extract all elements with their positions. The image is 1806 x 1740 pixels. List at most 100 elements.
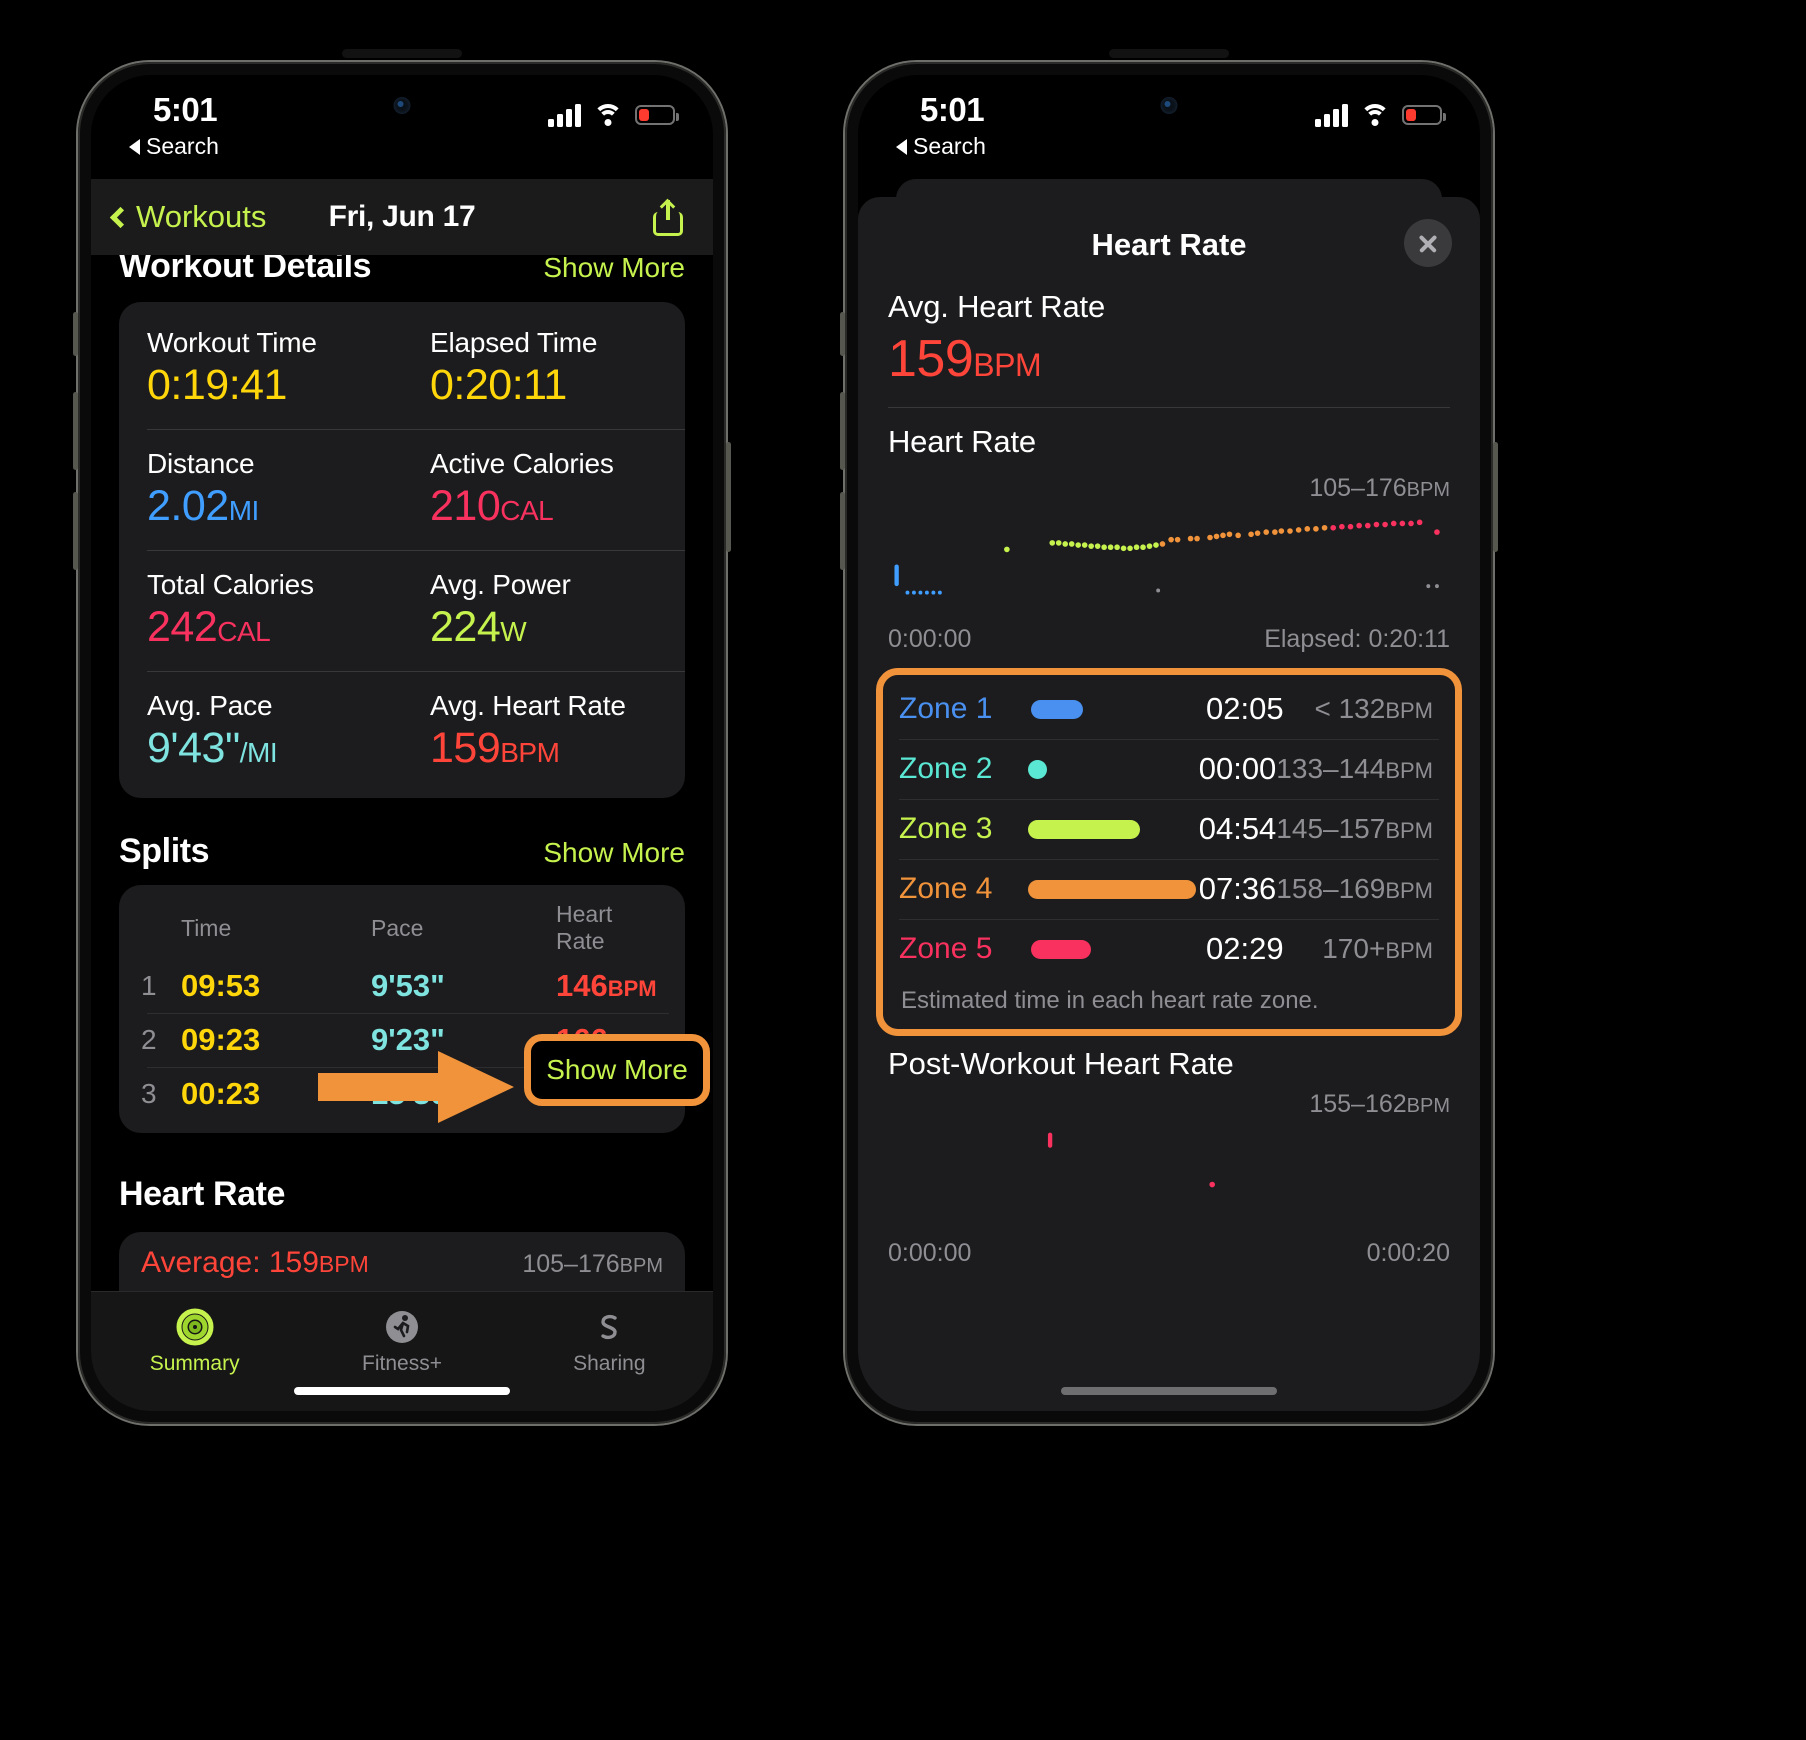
tab-label: Fitness+ — [362, 1352, 442, 1375]
zone-name: Zone 4 — [899, 872, 993, 905]
heart-rate-axis-labels: 0:00:00 Elapsed: 0:20:11 — [888, 625, 1450, 654]
volume-up-button[interactable] — [73, 392, 78, 470]
metric-label: Workout Time — [147, 327, 317, 358]
metric-label: Elapsed Time — [430, 327, 598, 358]
zone-name: Zone 5 — [899, 932, 993, 965]
zone-bar-cell — [1031, 699, 1206, 719]
splits-show-more[interactable]: Show More — [543, 837, 685, 869]
metric-avg-pace: Avg. Pace 9'43"/MI — [119, 671, 402, 792]
zone-time: 02:05 — [1206, 691, 1284, 726]
heart-rate-show-more-button[interactable]: Show More — [524, 1034, 710, 1106]
close-icon — [1417, 232, 1439, 254]
metric-avg-heart-rate: Avg. Heart Rate 159BPM — [402, 671, 685, 792]
post-workout-range: 155–162BPM — [1309, 1090, 1450, 1118]
splits-col-pace: Pace — [371, 914, 424, 941]
split-index: 2 — [141, 1024, 157, 1055]
metrics-row: Avg. Pace 9'43"/MI Avg. Heart Rate 159BP… — [119, 671, 685, 792]
status-indicators — [1315, 103, 1446, 127]
wifi-icon — [1360, 103, 1390, 127]
tab-fitness-plus[interactable]: Fitness+ — [298, 1304, 505, 1376]
wifi-icon — [593, 103, 623, 127]
zone-range: < 132BPM — [1314, 693, 1433, 724]
sheet-header: Heart Rate — [858, 197, 1480, 289]
zone-range: 170+BPM — [1322, 933, 1433, 964]
metrics-row: Distance 2.02MI Active Calories 210CAL — [119, 429, 685, 550]
heart-rate-range: 105–176BPM — [1309, 474, 1450, 502]
metric-value: 242CAL — [147, 603, 271, 651]
zone-bar-cell — [1027, 759, 1199, 779]
zone-name: Zone 1 — [899, 692, 993, 725]
axis-start: 0:00:00 — [888, 625, 972, 653]
post-workout-axis-labels: 0:00:00 0:00:20 — [888, 1239, 1450, 1268]
status-back-label: Search — [146, 133, 219, 159]
heart-rate-scatter-plot — [894, 519, 1440, 595]
home-indicator — [1061, 1387, 1277, 1395]
post-workout-scatter-plot — [1047, 1132, 1216, 1188]
metric-value: 224W — [430, 603, 527, 651]
annotation-arrow — [318, 1051, 514, 1123]
tab-sharing[interactable]: Sharing — [506, 1304, 713, 1376]
earpiece-speaker — [342, 49, 462, 58]
avg-heart-rate-block: Avg. Heart Rate 159BPM — [858, 289, 1480, 389]
status-time: 5:01 — [153, 91, 218, 128]
metric-label: Distance — [147, 448, 255, 479]
metric-active-calories: Active Calories 210CAL — [402, 429, 685, 550]
left-phone-screen: 5:01 Search Workouts Fri, Jun 17 Workout… — [91, 75, 713, 1411]
heart-rate-chart-label: Heart Rate — [888, 424, 1036, 459]
power-button[interactable] — [726, 442, 731, 552]
axis-end: 0:00:20 — [1366, 1239, 1450, 1267]
sheet-content[interactable]: Heart Rate Avg. Heart Rate 159BPM Heart … — [858, 197, 1480, 1411]
zone-name: Zone 2 — [899, 752, 993, 785]
back-label: Workouts — [136, 199, 267, 234]
metric-value: 159BPM — [430, 724, 560, 772]
heart-rate-range: 105–176BPM — [522, 1250, 663, 1278]
back-to-workouts-button[interactable]: Workouts — [109, 199, 267, 235]
earpiece-speaker — [1109, 49, 1229, 58]
metric-label: Active Calories — [430, 448, 614, 479]
splits-col-time: Time — [181, 914, 232, 941]
tab-summary[interactable]: Summary — [91, 1304, 298, 1376]
zone-row: Zone 2 00:00 133–144BPM — [883, 739, 1455, 799]
power-button[interactable] — [1493, 442, 1498, 552]
page-title: Fri, Jun 17 — [328, 200, 476, 233]
mute-switch[interactable] — [73, 312, 78, 356]
right-phone-screen: 5:01 Search Heart Rate Avg. Heart Rate 1… — [858, 75, 1480, 1411]
status-bar-right: 5:01 Search — [858, 75, 1480, 179]
back-triangle-icon — [896, 138, 907, 155]
share-button[interactable] — [653, 198, 683, 236]
metric-label: Avg. Heart Rate — [430, 690, 626, 721]
right-phone-frame: 5:01 Search Heart Rate Avg. Heart Rate 1… — [840, 49, 1498, 1424]
metric-elapsed-time: Elapsed Time 0:20:11 — [402, 308, 685, 429]
heart-rate-chart-block: Heart Rate — [858, 424, 1480, 460]
heart-rate-show-more-label: Show More — [546, 1054, 688, 1085]
avg-heart-rate-value: 159BPM — [888, 330, 1042, 388]
left-scroll-content[interactable]: Workout Details Show More Workout Time 0… — [91, 255, 713, 1331]
activity-rings-icon — [91, 1304, 298, 1350]
share-icon — [653, 198, 683, 236]
status-back-to-search[interactable]: Search — [896, 133, 986, 160]
metric-value: 2.02MI — [147, 482, 259, 530]
heart-rate-chart-right: 105–176BPM 0:00:00 Elapsed: 0:20:11 — [858, 468, 1480, 658]
heart-rate-chart-labels: Average: 159BPM 105–176BPM — [141, 1246, 663, 1280]
metric-value: 9'43"/MI — [147, 724, 278, 772]
workout-details-show-more[interactable]: Show More — [543, 255, 685, 284]
status-back-to-search[interactable]: Search — [129, 133, 219, 160]
volume-down-button[interactable] — [73, 492, 78, 570]
metric-value: 0:19:41 — [147, 361, 287, 409]
mute-switch[interactable] — [840, 312, 845, 356]
volume-down-button[interactable] — [840, 492, 845, 570]
heart-rate-header: Heart Rate Show More — [91, 1175, 713, 1214]
zone-row: Zone 4 07:36 158–169BPM — [883, 859, 1455, 919]
post-workout-title: Post-Workout Heart Rate — [888, 1046, 1234, 1081]
zone-range: 145–157BPM — [1276, 813, 1433, 844]
close-button[interactable] — [1404, 219, 1452, 267]
volume-up-button[interactable] — [840, 392, 845, 470]
metrics-card: Workout Time 0:19:41 Elapsed Time 0:20:1… — [119, 302, 685, 798]
split-index: 1 — [141, 970, 157, 1001]
metric-value: 0:20:11 — [430, 361, 567, 409]
zones-note: Estimated time in each heart rate zone. — [901, 987, 1319, 1014]
nav-bar: Workouts Fri, Jun 17 — [91, 179, 713, 255]
zone-row: Zone 3 04:54 145–157BPM — [883, 799, 1455, 859]
post-workout-heart-rate: Post-Workout Heart Rate 155–162BPM 0:00:… — [858, 1046, 1480, 1276]
metric-label: Total Calories — [147, 569, 314, 600]
